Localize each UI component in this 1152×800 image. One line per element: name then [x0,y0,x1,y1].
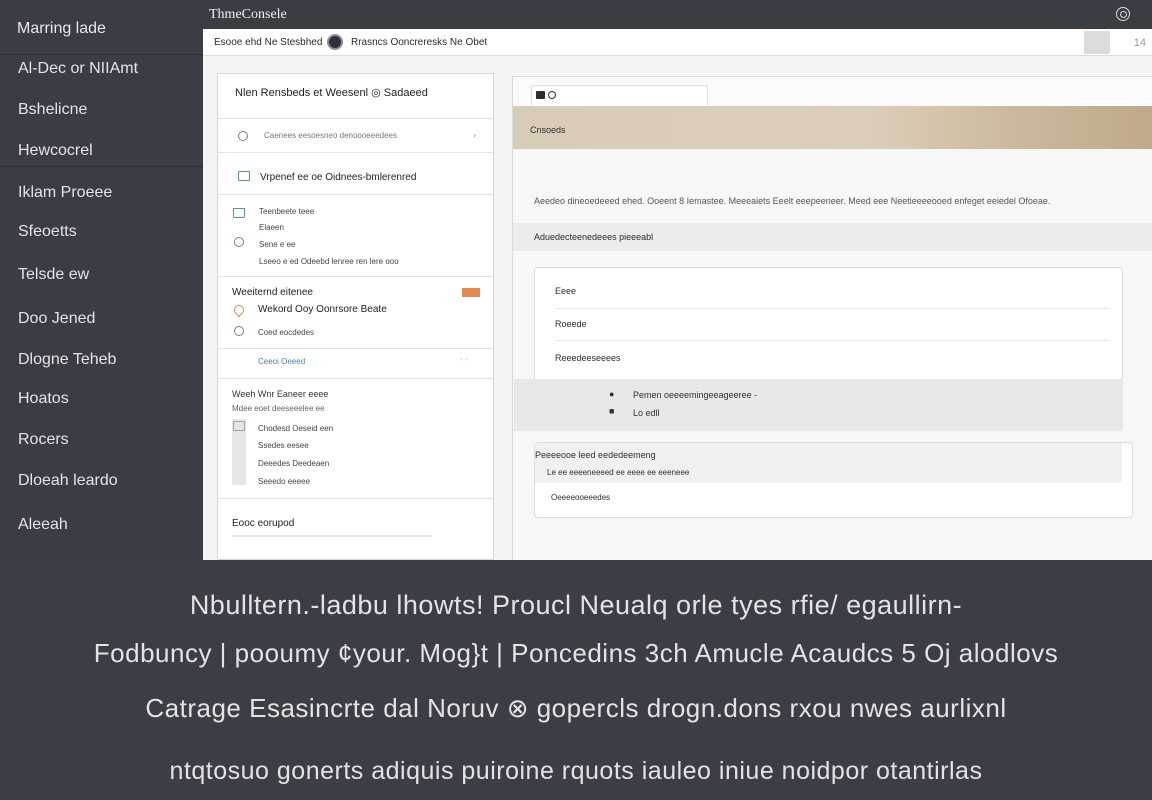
toolbar-count: 14 [1133,37,1146,49]
caption-line: Nbulltern.-ladbu lhowts! Proucl Neualq o… [189,590,963,620]
section-title: Eooc eorupod [232,518,295,529]
image-icon [238,171,250,181]
summary-line: Le ee eeeeneeeed ee eeee ee eeeneee [547,468,690,477]
list-item[interactable]: Teenbeete teee [259,207,314,216]
section-subtitle: Mdee eoet deeseeelee ee [232,404,325,413]
list-item[interactable]: Chodesd Oeseid een [258,424,333,433]
info-strip: Aduedecteenedeees pieeeabl [513,223,1152,251]
sidebar-item[interactable]: Sfeoetts [0,223,77,241]
gear-icon [234,237,244,247]
list-item[interactable]: Sene e ee [259,240,295,249]
left-panel-section: Weeiternd eitenee Wekord Ooy Oonrsore Be… [218,277,493,349]
sidebar-divider [0,166,203,167]
bullet-icon: ● [609,389,615,399]
list-item[interactable]: Ssedes eesee [258,441,309,450]
sidebar-item[interactable]: Hewcocrel [0,142,93,160]
summary-card: Peeeeooe leed eededeemeng Le ee eeeeneee… [534,442,1133,518]
detail-row-label: Roeede [555,319,587,329]
section-subtitle: Wekord Ooy Oonrsore Beate [258,304,387,315]
section-title: Weeh Wnr Eaneer eeee [232,389,329,399]
site-link[interactable]: Rrasncs Ooncreresks Ne Obet [351,37,487,48]
location-pin-icon [231,302,247,318]
calendar-icon [233,208,245,218]
left-panel-row[interactable]: Caenees eesoesneo denoooeeedees › [218,119,493,153]
window-settings-icon[interactable] [1116,7,1130,21]
sidebar-item[interactable]: Dloeah leardo [0,472,118,490]
left-panel-section: Ceeoi Oeeed ‧ ‧ [218,349,493,379]
highlighted-row[interactable]: ● Pemen oeeeemingeeageeree - ■ Lo edll [514,379,1123,431]
window-titlebar: ThmeConsele [203,0,1152,29]
info-strip-label: Aduedecteenedeees pieeeabl [534,232,654,242]
sidebar-item[interactable]: Iklam Proeee [0,184,112,202]
caption-line: ntqtosuo gonerts adiquis puiroine rquots… [169,757,983,785]
bullet-icon: ■ [609,406,615,416]
banner: Cnsoeds [513,106,1152,149]
chevron-right-icon: › [473,130,476,140]
list-item[interactable]: Seeedo eeeee [258,477,310,486]
left-panel-section: Weeh Wnr Eaneer eeee Mdee eoet deeseeele… [218,379,493,499]
caption-line: Fodbuncy | pooumy ¢your. Mog}t | Poncedi… [93,638,1059,668]
summary-card-body: Peeeeooe leed eededeemeng Le ee eeeeneee… [535,443,1122,483]
section-title: Vrpenef ee oe Oidnees-bmlerenred [260,172,417,183]
video-icon [536,91,545,99]
site-logo-icon [327,34,343,50]
record-icon [548,91,556,99]
sidebar-item-top[interactable]: Marring lade [0,0,203,55]
sidebar-item[interactable]: Rocers [0,431,69,449]
sidebar-item[interactable]: Bshelicne [0,101,87,119]
left-panel-section: Teenbeete teee Elaeen Sene e ee Lseeo e … [218,195,493,277]
detail-row[interactable]: Reeedeeseeees [555,341,1110,379]
toolbar-button[interactable] [1084,31,1110,54]
tab-bar [513,77,1152,106]
divider [232,535,432,537]
section-link[interactable]: Ceeoi Oeeed [258,357,305,366]
app-window: ThmeConsele Esooe ehd Ne Stesbhed Rrasnc… [203,0,1152,560]
details-card: Eeee Roeede Reeedeeseeees ● Pemen oeeeem… [514,267,1123,431]
left-panel: Nlen Rensbeds et Weesenl ◎ Sadaeed Caene… [217,73,494,560]
detail-row-label: Eeee [555,286,577,296]
highlight-line: Lo edll [633,408,660,418]
status-badge [462,288,480,297]
toolbar: Esooe ehd Ne Stesbhed Rrasncs Ooncreresk… [203,29,1152,56]
detail-row[interactable]: Eeee [555,268,1110,309]
info-text: Aeedeo dineoedeeed ehed. Ooeent 8 Iemast… [534,196,1051,206]
sidebar-item[interactable]: Hoatos [0,390,69,408]
summary-footer[interactable]: Oeeeeooeeedes [551,493,610,502]
tab-active[interactable] [531,85,708,106]
caption-line: Catrage Esasincrte dal Noruv ⊗ gopercls … [145,693,1007,723]
settings-icon [238,131,248,141]
breadcrumb[interactable]: Esooe ehd Ne Stesbhed [214,37,322,48]
detail-row[interactable]: Roeede [555,309,1110,341]
detail-row-label: Reeedeeseeees [555,353,621,363]
list-item[interactable]: Deeedes Deedeaen [258,459,329,468]
left-sidebar: Marring lade Al-Dec or NIIAmt Bshelicne … [0,0,203,560]
window-title: ThmeConsele [209,7,287,22]
section-title: Weeiternd eitenee [232,287,313,298]
sidebar-item[interactable]: Doo Jened [0,310,95,328]
more-icon[interactable]: ‧ ‧ [460,355,468,366]
sidebar-item[interactable]: Aleeah [0,516,68,534]
sidebar-item[interactable]: Al-Dec or NIIAmt [0,60,138,78]
row-label: Caenees eesoesneo denoooeeedees [264,131,398,140]
list-item[interactable]: Lseeo e ed Odeebd lenree ren lere ooo [259,257,399,266]
left-panel-header: Nlen Rensbeds et Weesenl ◎ Sadaeed [218,74,493,119]
section-note: Coed eocdedes [258,328,315,337]
right-panel: Cnsoeds Aeedeo dineoedeeed ehed. Ooeent … [512,76,1152,560]
tool-icon [234,326,244,336]
sidebar-item[interactable]: Telsde ew [0,266,89,284]
sidebar-item[interactable]: Dlogne Teheb [0,351,116,369]
left-panel-section: Vrpenef ee oe Oidnees-bmlerenred [218,153,493,195]
summary-line: Peeeeooe leed eededeemeng [535,450,656,460]
list-item[interactable]: Elaeen [259,223,284,232]
file-icon [233,421,245,431]
banner-label: Cnsoeds [530,125,566,135]
highlight-line: Pemen oeeeemingeeageeree - [633,390,758,400]
